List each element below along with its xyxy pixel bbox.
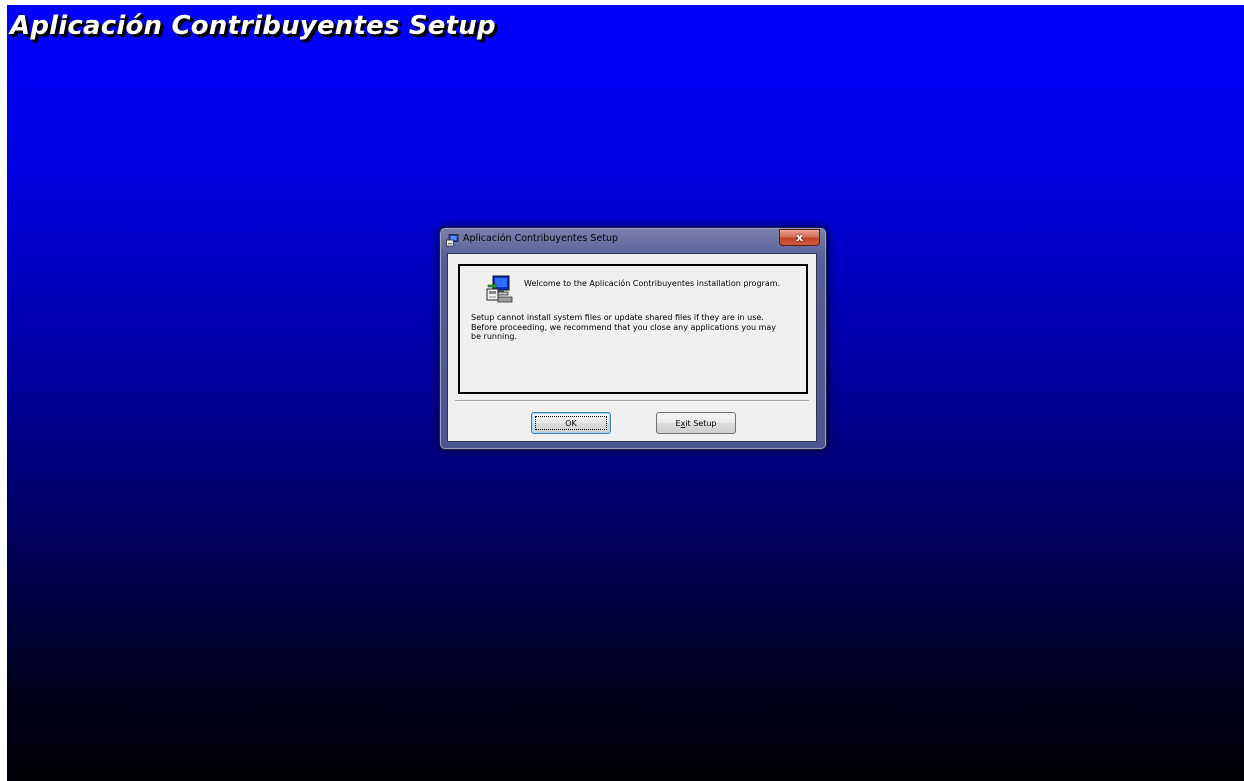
dialog-titlebar[interactable]: Aplicación Contribuyentes Setup x <box>440 228 826 252</box>
warning-line: Before proceeding, we recommend that you… <box>471 322 777 332</box>
setup-dialog: Aplicación Contribuyentes Setup x Welcom… <box>439 227 827 450</box>
warning-message: Setup cannot install system files or upd… <box>471 313 801 342</box>
close-icon: x <box>795 231 804 244</box>
banner-title: Aplicación Contribuyentes Setup <box>10 11 496 41</box>
setup-icon <box>446 234 459 247</box>
dialog-title: Aplicación Contribuyentes Setup <box>463 233 619 244</box>
close-button[interactable]: x <box>779 229 820 246</box>
exit-setup-label: Exit Setup <box>675 418 717 428</box>
separator <box>455 400 809 402</box>
setup-computer-icon <box>486 275 513 303</box>
dialog-client-area: Welcome to the Aplicación Contribuyentes… <box>447 253 817 442</box>
warning-line: Setup cannot install system files or upd… <box>471 313 764 322</box>
message-frame: Welcome to the Aplicación Contribuyentes… <box>458 264 808 394</box>
exit-setup-button[interactable]: Exit Setup <box>656 412 736 434</box>
focus-rectangle <box>535 416 607 430</box>
warning-line: be running. <box>471 332 517 341</box>
welcome-message: Welcome to the Aplicación Contribuyentes… <box>524 279 781 288</box>
ok-button[interactable]: OK <box>531 412 611 434</box>
setup-background: Aplicación Contribuyentes Setup Aplicaci… <box>7 5 1244 781</box>
